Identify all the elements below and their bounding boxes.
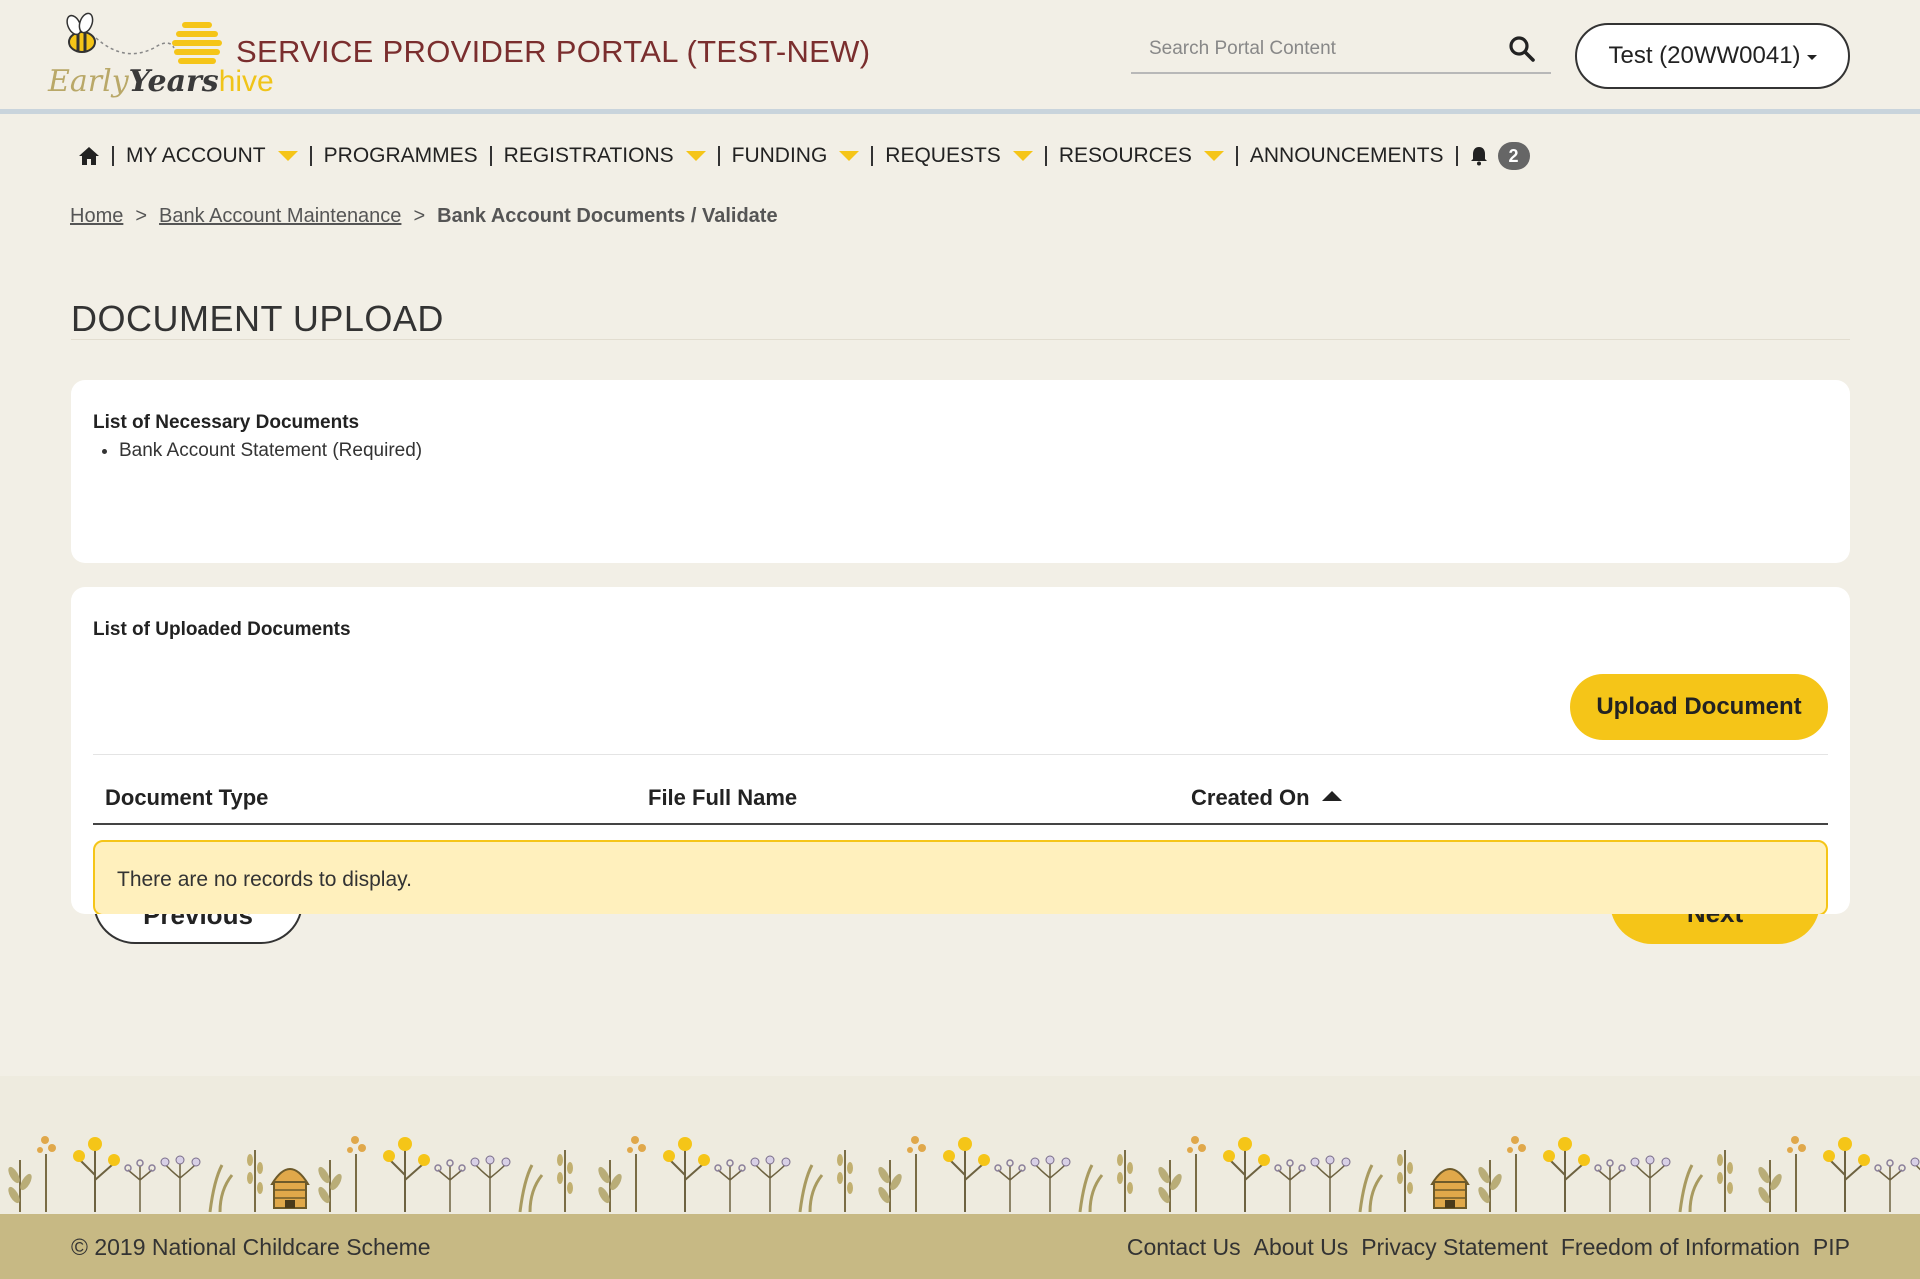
breadcrumb-separator: > [135,205,148,227]
nav-label: PROGRAMMES [323,144,478,167]
title-divider [71,339,1850,340]
early-years-hive-logo[interactable]: EarlyYearshive [44,8,274,102]
column-header-created-on[interactable]: Created On [1191,785,1342,811]
portal-title: SERVICE PROVIDER PORTAL (TEST-NEW) [236,34,871,69]
search-input[interactable] [1131,26,1501,72]
footer-link-privacy-statement[interactable]: Privacy Statement [1361,1234,1548,1261]
nav-announcements[interactable]: ANNOUNCEMENTS [1244,136,1450,176]
upload-document-button[interactable]: Upload Document [1570,674,1828,740]
nav-label: REQUESTS [885,144,1001,167]
chevron-down-icon [1806,55,1817,60]
table-header: Document Type File Full Name Created On [93,775,1828,825]
sort-ascending-icon [1321,791,1342,802]
nav-separator [1455,146,1458,166]
nav-funding[interactable]: FUNDING [726,136,866,176]
site-header: EarlyYearshive SERVICE PROVIDER PORTAL (… [0,0,1920,114]
nav-separator [112,146,114,166]
nav-separator [871,146,874,166]
notification-count-badge: 2 [1497,142,1530,170]
nav-resources[interactable]: RESOURCES [1053,136,1230,176]
no-records-message: There are no records to display. [93,840,1828,914]
site-footer: © 2019 National Childcare Scheme Contact… [0,1214,1920,1279]
caret-down-icon [685,151,706,161]
nav-home[interactable] [72,136,106,176]
breadcrumb-separator: > [413,205,426,227]
footer-link-freedom-of-information[interactable]: Freedom of Information [1561,1234,1800,1261]
footer-link-pip[interactable]: PIP [1813,1234,1850,1261]
uploaded-documents-card: List of Uploaded Documents Upload Docume… [71,587,1850,914]
footer-link-about-us[interactable]: About Us [1254,1234,1349,1261]
caret-down-icon [839,151,860,161]
logo-word-early: Early [48,64,129,99]
column-header-document-type[interactable]: Document Type [105,785,268,811]
footer-links: Contact Us About Us Privacy Statement Fr… [1127,1234,1850,1261]
breadcrumb-home-link[interactable]: Home [70,205,123,228]
uploaded-documents-title: List of Uploaded Documents [93,619,351,640]
bell-icon [1470,147,1487,166]
page-title: DOCUMENT UPLOAD [71,298,444,339]
nav-separator [1044,146,1047,166]
caret-down-icon [277,151,298,161]
nav-registrations[interactable]: REGISTRATIONS [498,136,712,176]
nav-label: REGISTRATIONS [503,144,674,167]
list-item: Bank Account Statement (Required) [119,440,422,462]
search-button[interactable] [1507,34,1537,64]
account-dropdown-button[interactable]: Test (20WW0041) [1575,23,1850,89]
account-label: Test (20WW0041) [1608,42,1801,69]
caret-down-icon [1203,151,1224,161]
necessary-documents-title: List of Necessary Documents [93,412,360,433]
necessary-documents-list: Bank Account Statement (Required) [119,440,422,462]
main-navigation: MY ACCOUNT PROGRAMMES REGISTRATIONS FUND… [72,136,1536,176]
copyright-text: © 2019 National Childcare Scheme [71,1234,431,1260]
nav-separator [309,146,312,166]
nav-label: MY ACCOUNT [126,144,266,167]
nav-label: FUNDING [731,144,828,167]
breadcrumb-bank-maintenance-link[interactable]: Bank Account Maintenance [159,205,401,228]
nav-my-account[interactable]: MY ACCOUNT [120,136,304,176]
bee-hive-logo-icon [66,12,222,64]
logo-word-years: Years [128,64,219,99]
breadcrumb-current: Bank Account Documents / Validate [437,205,778,227]
nav-programmes[interactable]: PROGRAMMES [318,136,484,176]
nav-label: RESOURCES [1058,144,1192,167]
nav-requests[interactable]: REQUESTS [879,136,1039,176]
nav-notifications[interactable]: 2 [1464,136,1536,176]
necessary-documents-card: List of Necessary Documents Bank Account… [71,380,1850,563]
nav-label: ANNOUNCEMENTS [1249,144,1444,167]
nav-separator [717,146,720,166]
flower-border-icon [4,1134,1920,1214]
column-header-file-full-name[interactable]: File Full Name [648,785,797,811]
card-divider [93,754,1828,755]
footer-link-contact-us[interactable]: Contact Us [1127,1234,1241,1261]
search-bar [1131,26,1551,74]
nav-separator [489,146,492,166]
nav-separator [1235,146,1238,166]
breadcrumb: Home > Bank Account Maintenance > Bank A… [70,205,778,228]
caret-down-icon [1012,151,1033,161]
search-icon [1509,36,1535,62]
home-icon [79,147,99,165]
column-header-label: Created On [1191,785,1310,810]
